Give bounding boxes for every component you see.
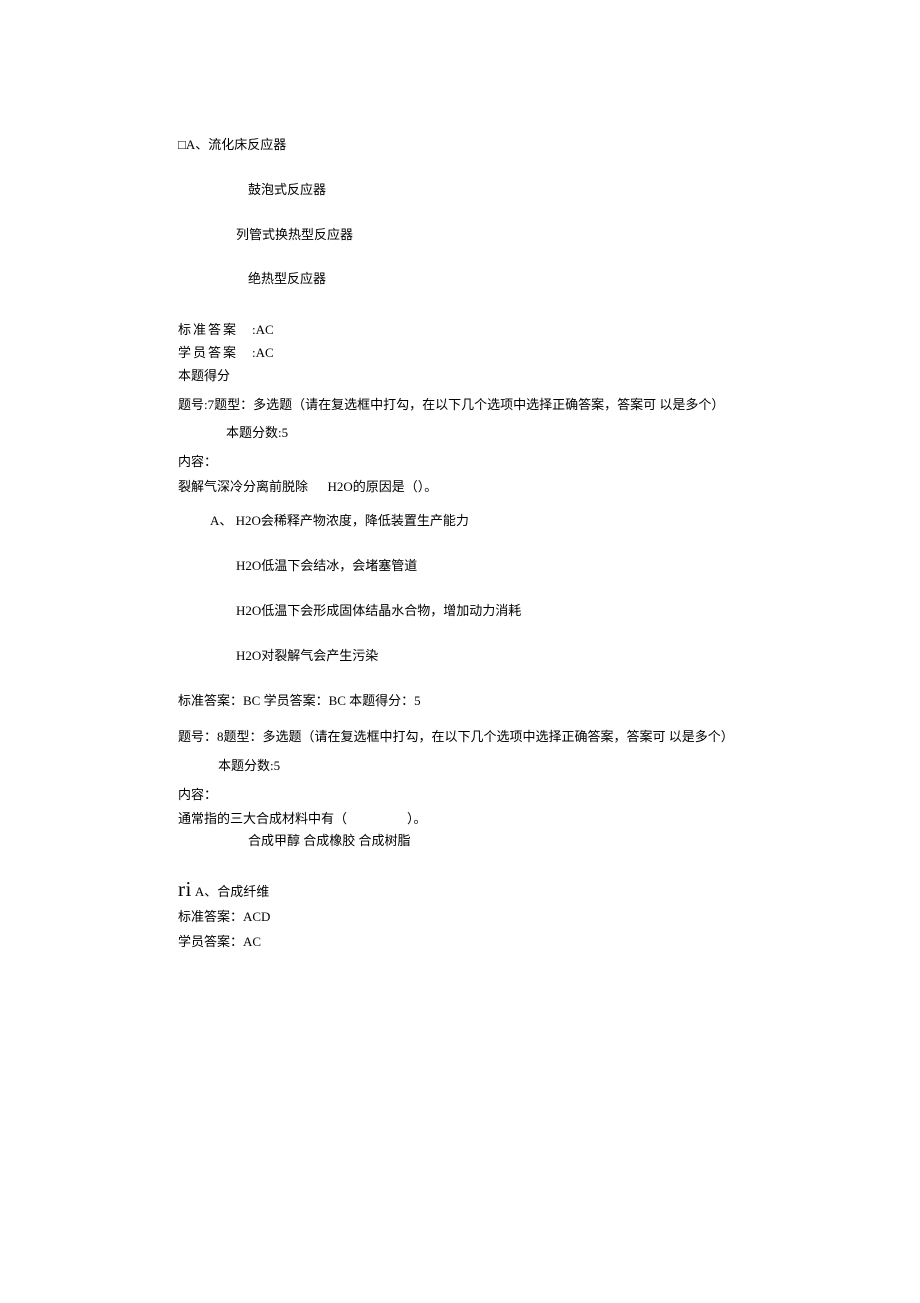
q7-stem-p1: 裂解气深冷分离前脱除 xyxy=(178,479,308,494)
q6-option-c-text: 列管式换热型反应器 xyxy=(236,227,353,242)
q6-student-answer: 学员答案 :AC xyxy=(178,343,742,364)
q6-std-label: 标准答案 xyxy=(178,322,238,337)
q6-option-c: 列管式换热型反应器 xyxy=(178,225,742,246)
q7-option-b: H2O低温下会结冰，会堵塞管道 xyxy=(178,556,742,577)
q6-stu-value: :AC xyxy=(252,345,274,360)
q8-content-label: 内容： xyxy=(178,785,742,806)
q8-points: 本题分数:5 xyxy=(218,758,280,773)
q6-option-b-text: 鼓泡式反应器 xyxy=(248,182,326,197)
q7-content-label: 内容： xyxy=(178,452,742,473)
q6-score-label: 本题得分 xyxy=(178,366,742,387)
q8-option-a-row: riA、合成纤维 xyxy=(178,873,742,907)
q7-header: 题号:7题型：多选题（请在复选框中打勾，在以下几个选项中选择正确答案，答案可 以… xyxy=(178,391,742,448)
q7-option-a: A、 H2O会稀释产物浓度，降低装置生产能力 xyxy=(178,511,742,532)
q6-option-a-label: □A、 xyxy=(178,135,208,156)
q6-stu-label: 学员答案 xyxy=(178,345,238,360)
q8-stem-text: 通常指的三大合成材料中有（ xyxy=(178,811,347,826)
q7-stem: 裂解气深冷分离前脱除 H2O的原因是（）。 xyxy=(178,477,742,498)
q6-option-d: 绝热型反应器 xyxy=(178,269,742,290)
q6-option-d-text: 绝热型反应器 xyxy=(248,271,326,286)
q7-stem-p2: H2O的原因是（）。 xyxy=(328,479,438,494)
q8-student-answer: 学员答案：AC xyxy=(178,932,742,953)
q8-stem: 通常指的三大合成材料中有（ ）。 xyxy=(178,809,742,830)
q8-option-a: A、合成纤维 xyxy=(195,882,269,903)
q8-stem-tail: ）。 xyxy=(407,811,427,826)
ri-glyph: ri xyxy=(178,873,192,907)
q8-header: 题号：8题型：多选题（请在复选框中打勾，在以下几个选项中选择正确答案，答案可 以… xyxy=(178,723,742,780)
q8-header-text: 题号：8题型：多选题（请在复选框中打勾，在以下几个选项中选择正确答案，答案可 以… xyxy=(178,729,734,744)
q8-standard-answer: 标准答案：ACD xyxy=(178,907,742,928)
q6-option-a-text: 流化床反应器 xyxy=(208,135,286,156)
q7-option-c: H2O低温下会形成固体结晶水合物，增加动力消耗 xyxy=(178,601,742,622)
q7-points: 本题分数:5 xyxy=(226,425,288,440)
q6-std-value: :AC xyxy=(252,322,274,337)
q7-option-d: H2O对裂解气会产生污染 xyxy=(178,646,742,667)
q6-option-a: □A、 流化床反应器 xyxy=(178,135,742,156)
q8-sub-options: 合成甲醇 合成橡胶 合成树脂 xyxy=(178,831,438,851)
q7-result: 标准答案：BC 学员答案：BC 本题得分：5 xyxy=(178,691,742,712)
q6-option-b: 鼓泡式反应器 xyxy=(178,180,742,201)
q7-header-text: 题号:7题型：多选题（请在复选框中打勾，在以下几个选项中选择正确答案，答案可 以… xyxy=(178,397,724,412)
q6-standard-answer: 标准答案 :AC xyxy=(178,320,742,341)
